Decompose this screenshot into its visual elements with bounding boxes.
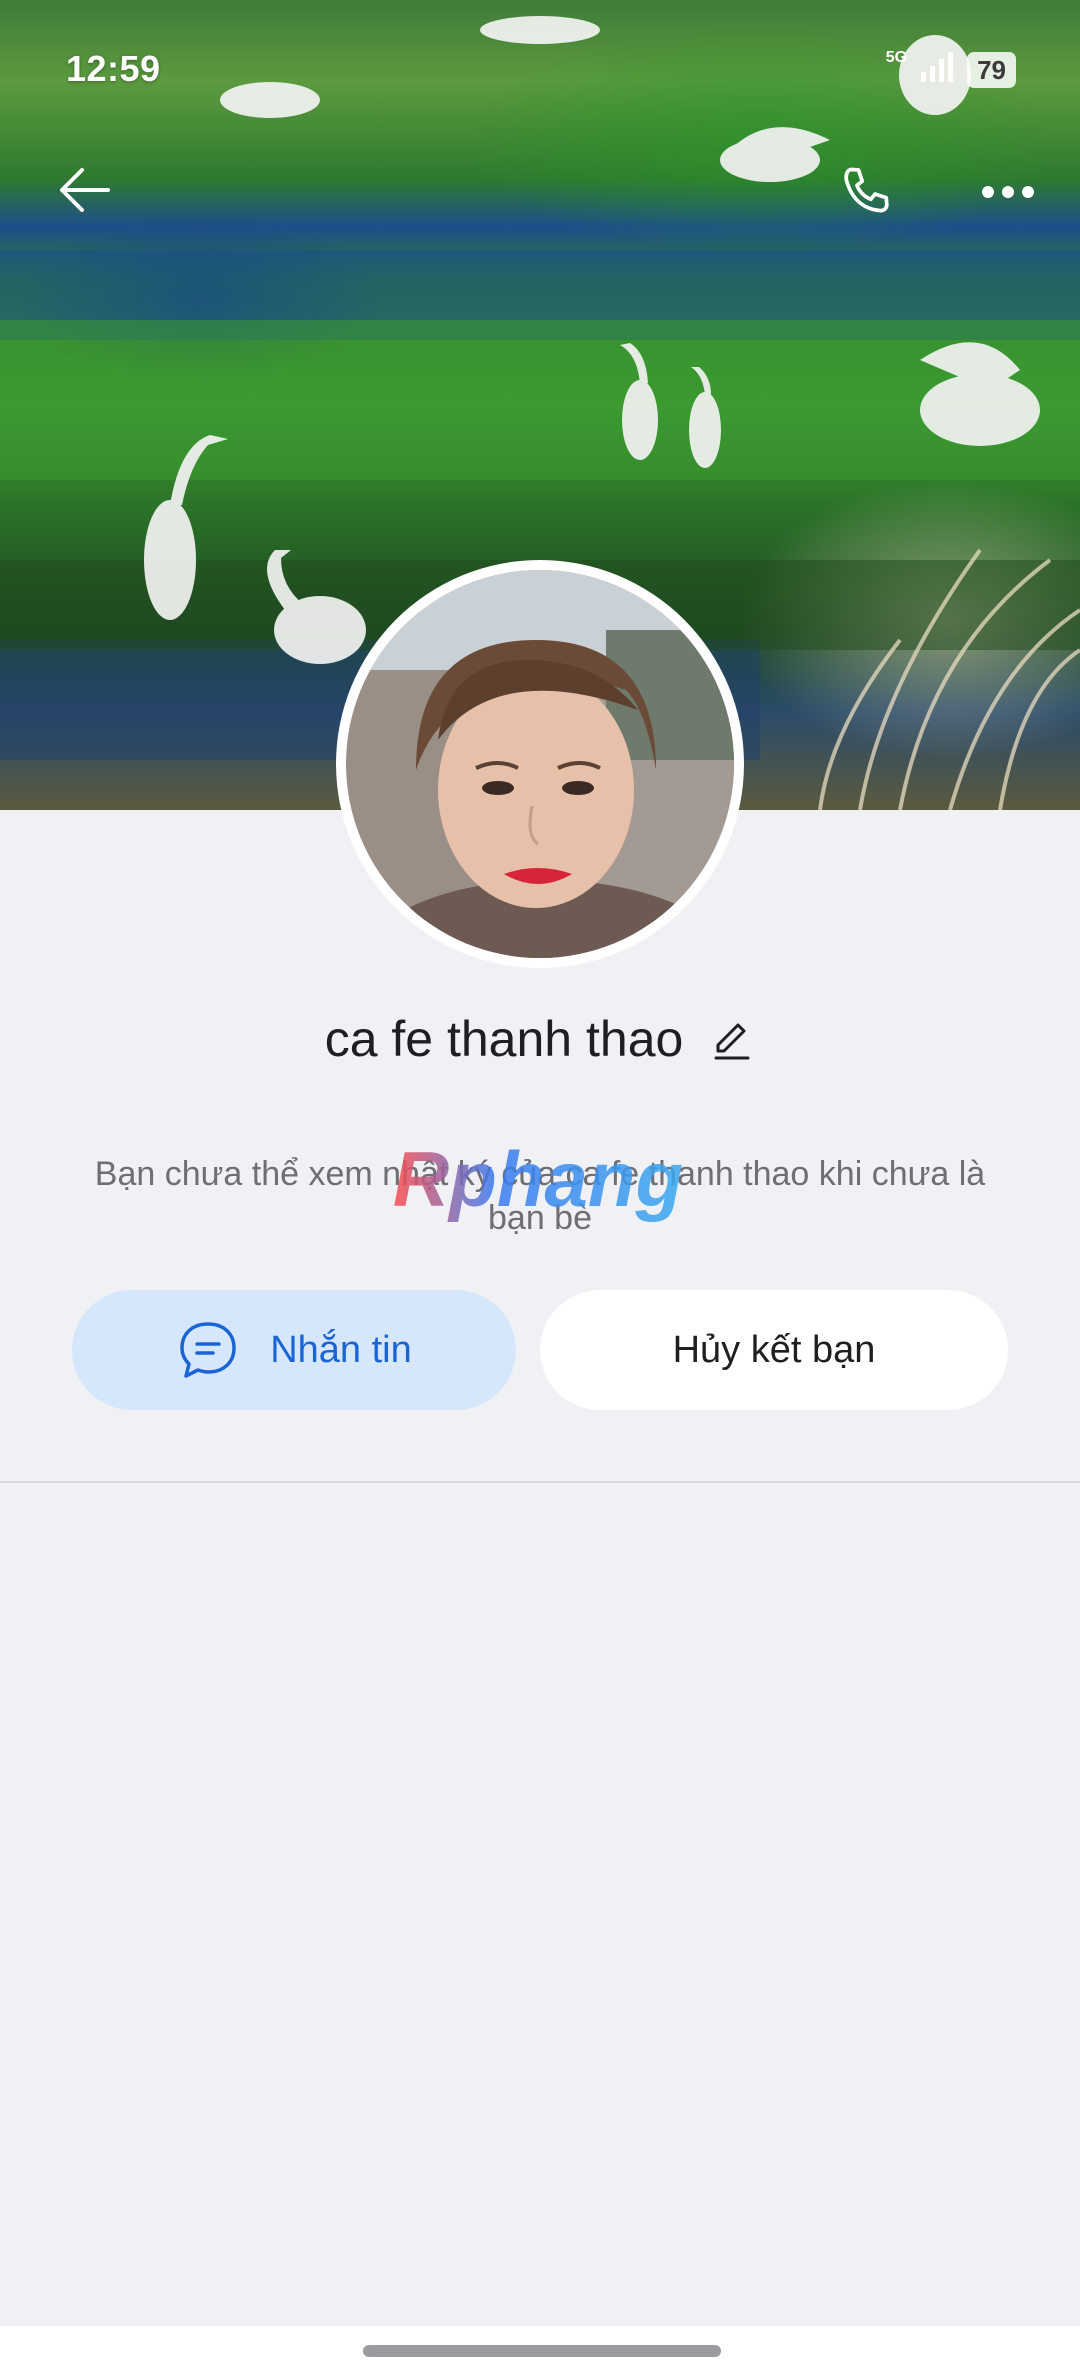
battery-indicator: 79 bbox=[967, 51, 1016, 88]
more-dots-icon bbox=[982, 186, 1034, 198]
message-button[interactable]: Nhắn tin bbox=[72, 1290, 516, 1410]
pencil-icon bbox=[714, 1023, 750, 1060]
section-divider bbox=[0, 1481, 1080, 1483]
home-indicator[interactable] bbox=[363, 2345, 721, 2357]
unfriend-button[interactable]: Hủy kết bạn bbox=[540, 1290, 1008, 1410]
unfriend-button-label: Hủy kết bạn bbox=[672, 1328, 876, 1371]
profile-name: ca fe thanh thao bbox=[324, 1011, 684, 1067]
signal-icon bbox=[919, 50, 955, 89]
back-button[interactable] bbox=[44, 150, 124, 230]
avatar[interactable] bbox=[346, 570, 734, 958]
arrow-left-icon bbox=[60, 168, 110, 212]
profile-name-row: ca fe thanh thao bbox=[0, 1010, 1080, 1068]
avatar-frame[interactable] bbox=[336, 560, 744, 968]
edit-name-button[interactable] bbox=[709, 1016, 755, 1062]
diary-restricted-text: Bạn chưa thể xem nhật ký của ca fe thanh… bbox=[94, 1155, 986, 1237]
profile-screen: 12:59 5G 79 ca fe thanh thao Bạn chưa th… bbox=[0, 0, 1080, 2374]
call-button[interactable] bbox=[822, 150, 910, 238]
message-button-label: Nhắn tin bbox=[270, 1328, 412, 1371]
status-time: 12:59 bbox=[66, 48, 161, 89]
chat-bubble-icon bbox=[180, 1322, 236, 1378]
phone-icon bbox=[844, 167, 889, 213]
more-button[interactable] bbox=[968, 160, 1048, 224]
avatar-photo bbox=[346, 570, 734, 958]
network-label: 5G bbox=[885, 48, 908, 66]
status-icons: 5G 79 bbox=[885, 48, 1016, 89]
